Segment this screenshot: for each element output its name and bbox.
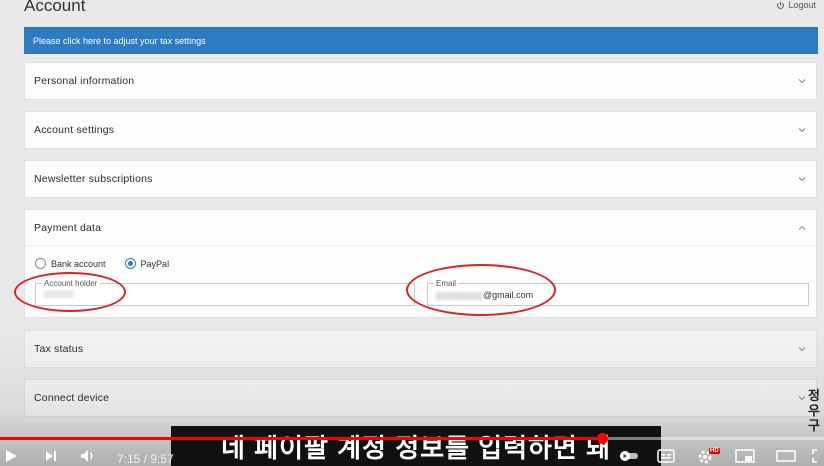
side-overlay-text: 정우 구 xyxy=(808,388,820,433)
chevron-down-icon xyxy=(798,396,806,401)
radio-paypal[interactable]: PayPal xyxy=(124,258,170,269)
chevron-up-icon xyxy=(798,225,806,230)
autoplay-toggle[interactable] xyxy=(620,451,638,461)
field-label: Account holder xyxy=(42,279,100,288)
volume-icon[interactable] xyxy=(80,449,96,463)
radio-label: Bank account xyxy=(51,258,106,269)
account-holder-field[interactable]: Account holder xyxy=(35,279,415,306)
panel-header[interactable]: Newsletter subscriptions xyxy=(25,161,816,197)
tax-banner-text: Please click here to adjust your tax set… xyxy=(33,35,206,46)
radio-label: PayPal xyxy=(140,258,170,269)
panel-title: Connect device xyxy=(34,392,110,404)
email-value: @gmail.com xyxy=(436,290,533,300)
panel-title: Personal information xyxy=(34,75,135,87)
panel-tax-status[interactable]: Tax status xyxy=(24,330,817,368)
panel-header[interactable]: Tax status xyxy=(25,331,816,367)
video-progress-bar[interactable] xyxy=(0,433,824,444)
radio-button[interactable] xyxy=(35,258,46,269)
redacted-value xyxy=(44,290,74,298)
radio-button-selected[interactable] xyxy=(124,258,136,269)
panel-header[interactable]: Personal information xyxy=(25,63,816,99)
page-title: Account xyxy=(24,0,86,15)
panel-account-settings[interactable]: Account settings xyxy=(24,111,817,149)
email-field[interactable]: Email @gmail.com xyxy=(427,279,809,306)
redacted-value xyxy=(436,291,482,300)
field-label: Email xyxy=(434,279,459,288)
next-icon[interactable] xyxy=(44,449,58,463)
panel-header[interactable]: Connect device xyxy=(25,380,816,416)
panel-header[interactable]: Account settings xyxy=(25,112,816,148)
subtitles-icon[interactable] xyxy=(657,449,675,463)
chevron-down-icon xyxy=(798,347,806,352)
power-icon xyxy=(777,1,785,9)
chevron-down-icon xyxy=(798,79,806,84)
panel-header[interactable]: Payment data xyxy=(25,210,816,246)
email-domain: @gmail.com xyxy=(483,290,534,300)
panel-title: Tax status xyxy=(34,343,84,355)
panel-title: Account settings xyxy=(34,124,115,136)
video-time: 7:15 / 9:57 xyxy=(117,452,174,466)
logout-link[interactable]: Logout xyxy=(776,0,816,10)
progress-played xyxy=(0,437,603,440)
fullscreen-icon[interactable] xyxy=(812,449,824,463)
tax-settings-banner[interactable]: Please click here to adjust your tax set… xyxy=(24,27,818,54)
panel-title: Newsletter subscriptions xyxy=(34,173,153,185)
panel-newsletter-subscriptions[interactable]: Newsletter subscriptions xyxy=(24,160,817,198)
panel-title: Payment data xyxy=(34,221,102,234)
play-icon[interactable] xyxy=(4,449,18,463)
video-controls: 7:15 / 9:57 HD xyxy=(0,445,824,466)
miniplayer-icon[interactable] xyxy=(735,449,755,463)
panel-personal-information[interactable]: Personal information xyxy=(24,62,817,100)
radio-bank-account[interactable]: Bank account xyxy=(35,258,106,269)
theater-icon[interactable] xyxy=(776,449,796,463)
chevron-down-icon xyxy=(798,177,806,182)
logout-label: Logout xyxy=(788,0,816,10)
panel-payment-data: Payment data Bank account PayPal Account… xyxy=(24,209,817,318)
chevron-down-icon xyxy=(798,128,806,133)
panel-connect-device[interactable]: Connect device xyxy=(24,379,817,417)
payment-method-group: Bank account PayPal xyxy=(35,258,188,269)
hd-badge: HD xyxy=(709,448,720,454)
